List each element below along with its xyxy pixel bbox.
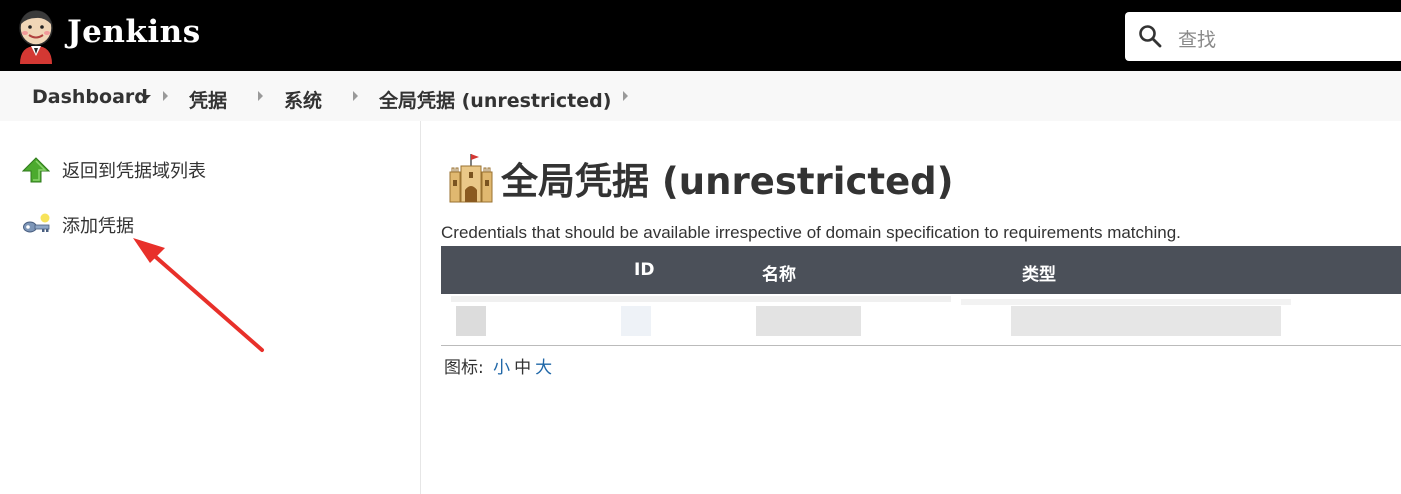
task-label[interactable]: 返回到凭据域列表: [62, 157, 206, 183]
chevron-down-icon[interactable]: [141, 95, 151, 100]
icon-size-medium: 中: [514, 358, 532, 378]
blurred-cell: [756, 306, 861, 336]
breadcrumb-system[interactable]: 系统: [284, 86, 322, 113]
castle-icon: [449, 154, 493, 203]
task-label[interactable]: 添加凭据: [62, 212, 134, 238]
blurred-cell: [1011, 306, 1281, 336]
table-row[interactable]: [441, 294, 1401, 346]
breadcrumb-separator-icon: [623, 91, 628, 101]
page-title: 全局凭据 (unrestricted): [447, 151, 954, 205]
breadcrumb-credentials[interactable]: 凭据: [189, 86, 227, 113]
column-header-id[interactable]: ID: [634, 260, 654, 280]
app-brand[interactable]: Jenkins: [67, 14, 201, 50]
top-header: Jenkins 查找: [0, 0, 1401, 71]
key-icon: [23, 213, 50, 233]
task-add-credentials[interactable]: 添加凭据: [22, 212, 134, 238]
blurred-cell: [621, 306, 651, 336]
breadcrumb-separator-icon: [353, 91, 358, 101]
column-header-type[interactable]: 类型: [1022, 260, 1056, 285]
search-input[interactable]: 查找: [1178, 25, 1216, 52]
table-header: ID 名称 类型: [441, 246, 1401, 294]
icon-size-label: 图标:: [444, 358, 484, 378]
blurred-cell: [456, 306, 486, 336]
column-header-name[interactable]: 名称: [762, 260, 796, 285]
icon-size-small-link[interactable]: 小: [493, 358, 510, 378]
breadcrumb: Dashboard 凭据 系统 全局凭据 (unrestricted): [0, 71, 1401, 121]
page-description: Credentials that should be available irr…: [441, 223, 1181, 242]
breadcrumb-separator-icon: [163, 91, 168, 101]
search-box[interactable]: 查找: [1125, 12, 1401, 61]
icon-size-large-link[interactable]: 大: [535, 358, 552, 378]
blurred-cell: [451, 296, 951, 302]
page-heading: 全局凭据 (unrestricted): [501, 160, 954, 203]
up-arrow-icon: [22, 157, 50, 183]
search-icon: [1139, 25, 1162, 48]
breadcrumb-separator-icon: [258, 91, 263, 101]
breadcrumb-dashboard[interactable]: Dashboard: [32, 86, 148, 108]
breadcrumb-global-credentials[interactable]: 全局凭据 (unrestricted): [379, 86, 611, 113]
side-panel: 返回到凭据域列表 添加凭据: [0, 121, 421, 494]
icon-size-selector: 图标: 小中大: [444, 353, 552, 378]
blurred-cell: [961, 299, 1291, 305]
jenkins-logo-icon[interactable]: [14, 8, 58, 64]
credentials-table: ID 名称 类型: [441, 246, 1401, 346]
task-back-to-domains[interactable]: 返回到凭据域列表: [22, 157, 206, 183]
